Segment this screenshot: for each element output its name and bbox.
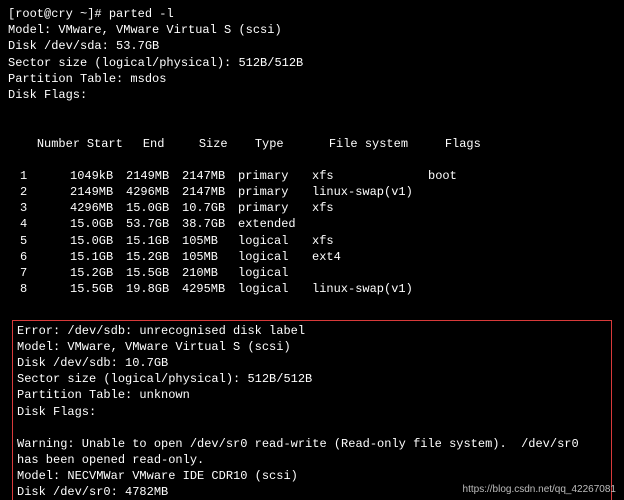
table-row: 515.0GB15.1GB105MBlogicalxfs [8,233,616,249]
cell-number: 4 [8,216,70,232]
cell-size: 210MB [182,265,238,281]
prompt-user: root [15,7,44,21]
cell-size: 4295MB [182,281,238,297]
cell-type: logical [238,249,312,265]
cell-size: 2147MB [182,184,238,200]
sda-disk: Disk /dev/sda: 53.7GB [8,38,616,54]
table-row: 715.2GB15.5GB210MBlogical [8,265,616,281]
cell-start: 2149MB [70,184,126,200]
cell-start: 1049kB [70,168,126,184]
sda-sector: Sector size (logical/physical): 512B/512… [8,55,616,71]
table-row: 22149MB4296MB2147MBprimarylinux-swap(v1) [8,184,616,200]
cell-number: 1 [8,168,70,184]
cell-number: 8 [8,281,70,297]
watermark: https://blog.csdn.net/qq_42267081 [463,483,616,497]
partition-header: NumberStartEndSizeTypeFile systemFlags [8,119,616,168]
col-flags: Flags [445,136,495,152]
cell-start: 15.0GB [70,216,126,232]
cell-number: 3 [8,200,70,216]
error-box: Error: /dev/sdb: unrecognised disk label… [12,320,612,500]
cell-fs: xfs [312,233,428,249]
cell-type: primary [238,184,312,200]
sda-ptable: Partition Table: msdos [8,71,616,87]
cell-fs: linux-swap(v1) [312,281,428,297]
col-start: Start [87,136,143,152]
cell-type: primary [238,168,312,184]
cell-size: 105MB [182,249,238,265]
table-row: 11049kB2149MB2147MBprimaryxfsboot [8,168,616,184]
prompt-host: cry [51,7,73,21]
sdb-model: Model: VMware, VMware Virtual S (scsi) [17,339,607,355]
cell-size: 105MB [182,233,238,249]
cell-fs: ext4 [312,249,428,265]
sdb-error: Error: /dev/sdb: unrecognised disk label [17,323,607,339]
cell-fs: xfs [312,168,428,184]
cell-flags: boot [428,168,478,184]
cell-start: 15.1GB [70,249,126,265]
col-type: Type [255,136,329,152]
cell-number: 5 [8,233,70,249]
col-number: Number [37,136,87,152]
sr0-warn1: Warning: Unable to open /dev/sr0 read-wr… [17,436,607,452]
cell-type: logical [238,265,312,281]
blank [17,420,607,436]
cell-start: 15.0GB [70,233,126,249]
cell-start: 15.5GB [70,281,126,297]
blank [8,103,616,119]
cell-size: 38.7GB [182,216,238,232]
cell-fs: linux-swap(v1) [312,184,428,200]
col-fs: File system [329,136,445,152]
cell-start: 15.2GB [70,265,126,281]
table-row: 34296MB15.0GB10.7GBprimaryxfs [8,200,616,216]
partition-rows: 11049kB2149MB2147MBprimaryxfsboot22149MB… [8,168,616,298]
table-row: 415.0GB53.7GB38.7GBextended [8,216,616,232]
sda-model: Model: VMware, VMware Virtual S (scsi) [8,22,616,38]
sdb-disk: Disk /dev/sdb: 10.7GB [17,355,607,371]
sdb-flags: Disk Flags: [17,404,607,420]
cell-end: 15.2GB [126,249,182,265]
cell-end: 15.5GB [126,265,182,281]
cell-number: 7 [8,265,70,281]
table-row: 615.1GB15.2GB105MBlogicalext4 [8,249,616,265]
cell-end: 15.1GB [126,233,182,249]
cell-type: primary [238,200,312,216]
sdb-ptable: Partition Table: unknown [17,387,607,403]
sda-flags: Disk Flags: [8,87,616,103]
cell-number: 2 [8,184,70,200]
cell-type: logical [238,281,312,297]
cell-end: 19.8GB [126,281,182,297]
sr0-warn2: has been opened read-only. [17,452,607,468]
table-row: 815.5GB19.8GB4295MBlogicallinux-swap(v1) [8,281,616,297]
cell-size: 10.7GB [182,200,238,216]
cell-type: extended [238,216,312,232]
cell-fs: xfs [312,200,428,216]
cell-end: 15.0GB [126,200,182,216]
col-size: Size [199,136,255,152]
blank [8,297,616,313]
cell-number: 6 [8,249,70,265]
cell-end: 53.7GB [126,216,182,232]
cell-end: 2149MB [126,168,182,184]
cell-type: logical [238,233,312,249]
command: parted -l [109,7,174,21]
prompt-line: [root@cry ~]# parted -l [8,6,616,22]
cell-start: 4296MB [70,200,126,216]
cell-size: 2147MB [182,168,238,184]
prompt-cwd: ~ [80,7,87,21]
col-end: End [143,136,199,152]
sdb-sector: Sector size (logical/physical): 512B/512… [17,371,607,387]
cell-end: 4296MB [126,184,182,200]
terminal[interactable]: [root@cry ~]# parted -l Model: VMware, V… [0,0,624,500]
